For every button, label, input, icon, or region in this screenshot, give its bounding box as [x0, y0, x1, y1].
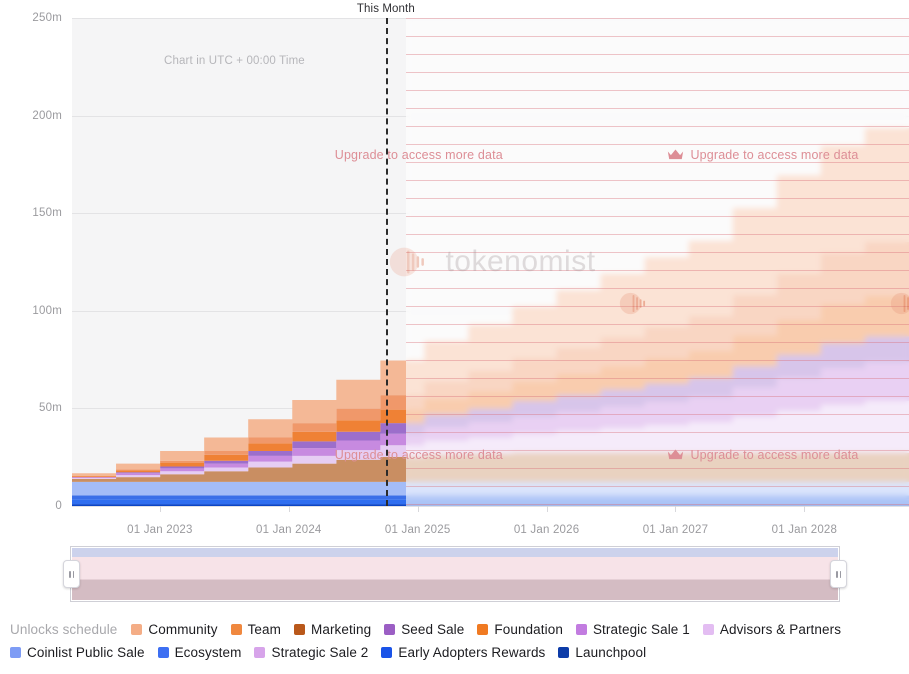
legend-label: Ecosystem: [175, 645, 242, 660]
x-axis: 01 Jan 2023 01 Jan 2024 01 Jan 2025 01 Jan …: [0, 506, 909, 540]
legend-label: Launchpool: [575, 645, 646, 660]
x-axis-tick-mark: [547, 506, 548, 512]
x-axis-tick-mark: [804, 506, 805, 512]
legend-swatch: [10, 647, 21, 658]
legend-label: Coinlist Public Sale: [27, 645, 145, 660]
x-axis-line: [72, 506, 909, 507]
legend-item-team[interactable]: Team: [231, 622, 281, 637]
y-axis-tick-label: 250m: [32, 12, 62, 24]
x-axis-tick-mark: [418, 506, 419, 512]
handle-grip-line: [69, 571, 71, 578]
x-axis-tick-label: 01 Jan 2027: [643, 524, 709, 536]
x-axis-tick-label: 01 Jan 2023: [127, 524, 193, 536]
legend-item-early-adopters-rewards[interactable]: Early Adopters Rewards: [381, 645, 545, 660]
range-preview-top: [72, 548, 838, 557]
legend-item-launchpool[interactable]: Launchpool: [558, 645, 646, 660]
legend-label: Strategic Sale 2: [271, 645, 368, 660]
legend-item-advisors-partners[interactable]: Advisors & Partners: [703, 622, 841, 637]
legend-item-seed-sale[interactable]: Seed Sale: [384, 622, 464, 637]
legend-item-coinlist-public-sale[interactable]: Coinlist Public Sale: [10, 645, 145, 660]
range-handle-right[interactable]: [830, 560, 847, 588]
legend-label: Strategic Sale 1: [593, 622, 690, 637]
tokenomics-unlock-chart-page: tokenomist Upgrade to access more dataUp…: [0, 0, 909, 674]
legend-title: Unlocks schedule: [10, 622, 117, 637]
x-axis-tick-label: 01 Jan 2025: [385, 524, 451, 536]
legend-swatch: [158, 647, 169, 658]
range-track[interactable]: [70, 546, 840, 602]
x-axis-tick-label: 01 Jan 2024: [256, 524, 322, 536]
legend-item-strategic-sale-2[interactable]: Strategic Sale 2: [254, 645, 368, 660]
legend-label: Foundation: [494, 622, 563, 637]
legend-item-foundation[interactable]: Foundation: [477, 622, 563, 637]
legend-swatch: [231, 624, 242, 635]
x-axis-tick-label: 01 Jan 2026: [514, 524, 580, 536]
range-handle-left[interactable]: [63, 560, 80, 588]
handle-grip-line: [73, 571, 75, 578]
legend-label: Team: [248, 622, 281, 637]
legend-swatch: [558, 647, 569, 658]
legend-item-community[interactable]: Community: [131, 622, 217, 637]
x-axis-tick-mark: [160, 506, 161, 512]
handle-grip-line: [840, 571, 842, 578]
legend-swatch: [131, 624, 142, 635]
legend-swatch: [294, 624, 305, 635]
x-axis-tick-label: 01 Jan 2028: [772, 524, 838, 536]
handle-grip-line: [836, 571, 838, 578]
legend-label: Seed Sale: [401, 622, 464, 637]
legend-swatch: [384, 624, 395, 635]
range-navigator[interactable]: [70, 546, 840, 602]
legend-swatch: [381, 647, 392, 658]
x-axis-tick-mark: [675, 506, 676, 512]
chart-legend: Unlocks schedule Community Team Marketing S…: [0, 622, 909, 660]
legend-label: Marketing: [311, 622, 371, 637]
legend-swatch: [576, 624, 587, 635]
y-axis-tick-label: 50m: [39, 402, 62, 414]
y-axis-tick-label: 100m: [32, 305, 62, 317]
range-selection[interactable]: [72, 557, 838, 600]
this-month-marker-label: This Month: [357, 3, 415, 15]
this-month-marker-line: [386, 18, 388, 506]
legend-item-marketing[interactable]: Marketing: [294, 622, 371, 637]
legend-label: Advisors & Partners: [720, 622, 841, 637]
y-axis-tick-label: 150m: [32, 207, 62, 219]
legend-item-ecosystem[interactable]: Ecosystem: [158, 645, 242, 660]
y-axis-labels: 050m100m150m200m250m: [0, 18, 909, 506]
legend-swatch: [703, 624, 714, 635]
y-axis-tick-label: 200m: [32, 110, 62, 122]
x-axis-tick-mark: [289, 506, 290, 512]
chart-container: tokenomist Upgrade to access more dataUp…: [0, 0, 909, 540]
legend-item-strategic-sale-1[interactable]: Strategic Sale 1: [576, 622, 690, 637]
legend-label: Early Adopters Rewards: [398, 645, 545, 660]
legend-swatch: [477, 624, 488, 635]
legend-label: Community: [148, 622, 217, 637]
legend-swatch: [254, 647, 265, 658]
